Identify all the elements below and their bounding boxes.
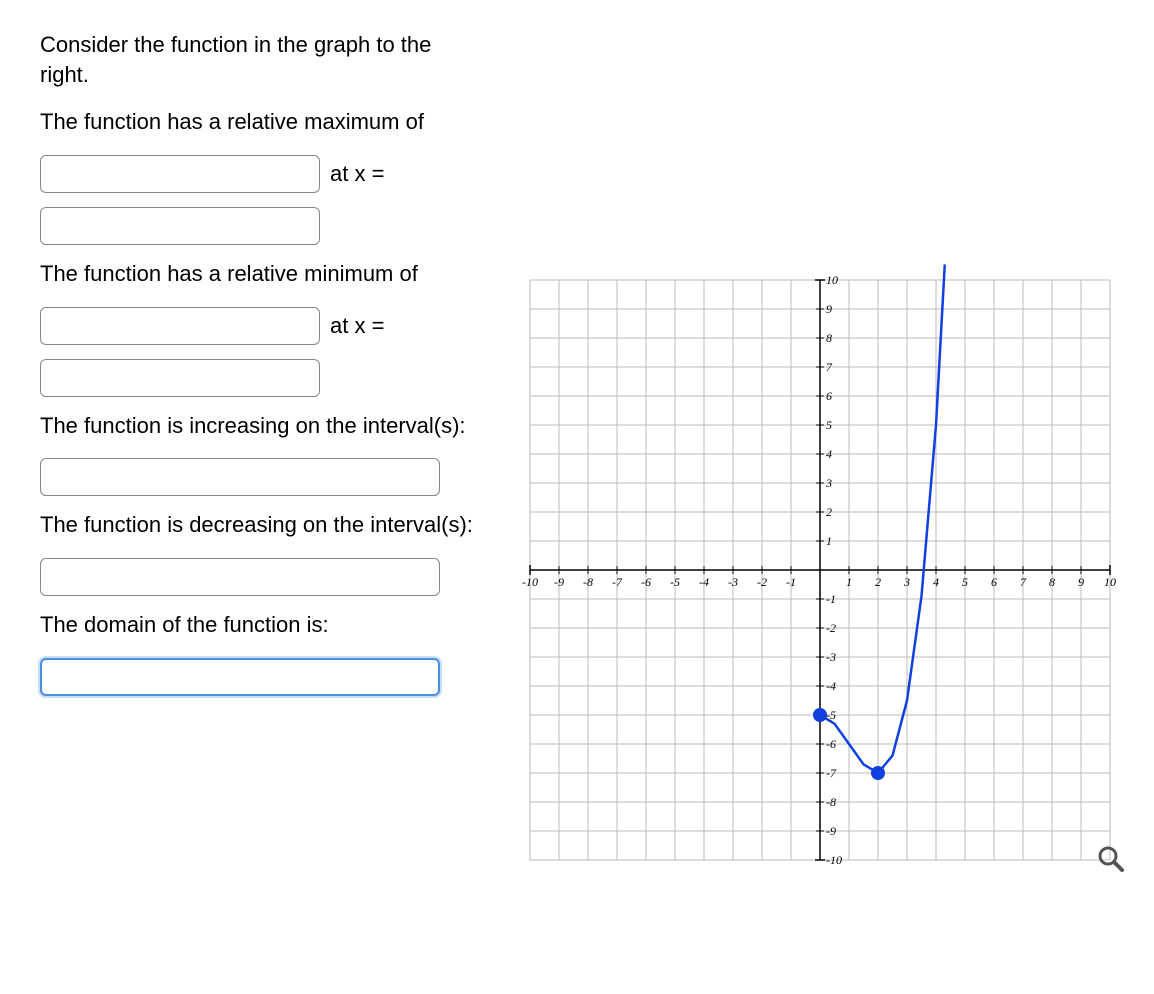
svg-text:3: 3	[825, 476, 832, 490]
svg-text:-9: -9	[554, 575, 564, 589]
svg-text:4: 4	[826, 447, 832, 461]
svg-text:7: 7	[826, 360, 833, 374]
svg-text:6: 6	[826, 389, 832, 403]
svg-text:-3: -3	[728, 575, 738, 589]
rel-min-value-input[interactable]	[40, 307, 320, 345]
svg-text:-6: -6	[641, 575, 651, 589]
svg-text:10: 10	[1104, 575, 1116, 589]
svg-text:-10: -10	[826, 853, 842, 867]
svg-text:-3: -3	[826, 650, 836, 664]
svg-text:-7: -7	[612, 575, 623, 589]
increasing-input[interactable]	[40, 458, 440, 496]
rel-max-value-input[interactable]	[40, 155, 320, 193]
svg-text:-4: -4	[699, 575, 709, 589]
svg-text:3: 3	[903, 575, 910, 589]
rel-min-x-input[interactable]	[40, 359, 320, 397]
svg-text:-8: -8	[826, 795, 836, 809]
decreasing-text: The function is decreasing on the interv…	[40, 510, 480, 540]
intro-text: Consider the function in the graph to th…	[40, 30, 480, 89]
svg-text:9: 9	[1078, 575, 1084, 589]
svg-text:5: 5	[826, 418, 832, 432]
decreasing-input[interactable]	[40, 558, 440, 596]
svg-text:-1: -1	[826, 592, 836, 606]
increasing-text: The function is increasing on the interv…	[40, 411, 480, 441]
at-x-label-1: at x =	[330, 161, 384, 187]
svg-text:-7: -7	[826, 766, 837, 780]
svg-text:6: 6	[991, 575, 997, 589]
question-panel: Consider the function in the graph to th…	[40, 30, 480, 710]
graph-panel: -10 -9 -8 -7 -6 -5 -4 -3 -2 -1 1 2 3 4 5 6 7 8 9 10 -10 -9 -8 -…	[510, 30, 1130, 880]
svg-text:-8: -8	[583, 575, 593, 589]
svg-text:-2: -2	[826, 621, 836, 635]
svg-text:7: 7	[1020, 575, 1027, 589]
svg-text:-1: -1	[786, 575, 796, 589]
svg-text:-6: -6	[826, 737, 836, 751]
svg-text:1: 1	[846, 575, 852, 589]
at-x-label-2: at x =	[330, 313, 384, 339]
rel-max-text: The function has a relative maximum of	[40, 107, 480, 137]
svg-text:4: 4	[933, 575, 939, 589]
svg-text:-4: -4	[826, 679, 836, 693]
domain-input[interactable]	[40, 658, 440, 696]
svg-text:1: 1	[826, 534, 832, 548]
svg-text:10: 10	[826, 273, 838, 287]
rel-min-text: The function has a relative minimum of	[40, 259, 480, 289]
svg-text:-9: -9	[826, 824, 836, 838]
rel-max-x-input[interactable]	[40, 207, 320, 245]
svg-text:-10: -10	[522, 575, 538, 589]
svg-text:5: 5	[962, 575, 968, 589]
function-graph: -10 -9 -8 -7 -6 -5 -4 -3 -2 -1 1 2 3 4 5 6 7 8 9 10 -10 -9 -8 -…	[510, 260, 1130, 880]
domain-text: The domain of the function is:	[40, 610, 480, 640]
svg-text:8: 8	[1049, 575, 1055, 589]
svg-text:-2: -2	[757, 575, 767, 589]
svg-text:9: 9	[826, 302, 832, 316]
svg-text:-5: -5	[670, 575, 680, 589]
svg-text:2: 2	[826, 505, 832, 519]
svg-text:8: 8	[826, 331, 832, 345]
magnify-icon[interactable]	[1096, 844, 1124, 872]
svg-text:2: 2	[875, 575, 881, 589]
